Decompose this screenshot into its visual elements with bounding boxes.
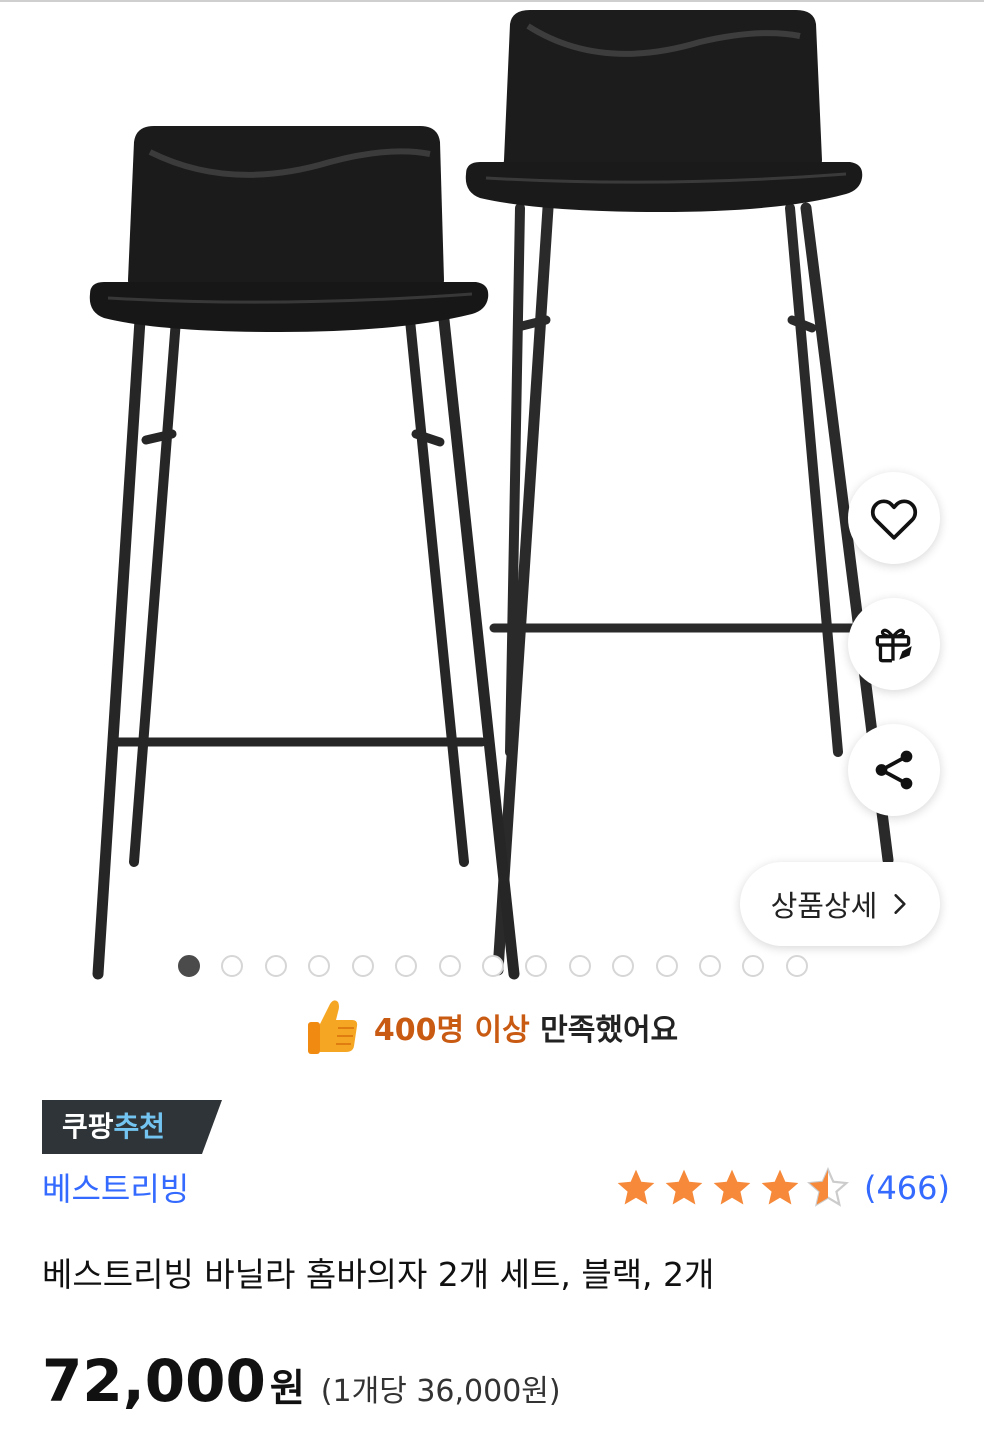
wishlist-button[interactable] bbox=[848, 472, 940, 564]
price-block: 72,000 원 (1개당 36,000원) bbox=[42, 1346, 561, 1416]
share-icon bbox=[875, 750, 913, 790]
product-image[interactable] bbox=[0, 2, 984, 992]
satisfaction-label: 만족했어요 bbox=[540, 1013, 679, 1048]
unit-price: (1개당 36,000원) bbox=[320, 1374, 561, 1409]
gallery-dot[interactable] bbox=[612, 955, 635, 977]
chevron-right-icon bbox=[894, 894, 906, 914]
star-icon bbox=[665, 1169, 703, 1205]
gift-button[interactable] bbox=[848, 598, 940, 690]
gallery-dot[interactable] bbox=[395, 955, 418, 977]
badge-label: 쿠팡추천 bbox=[62, 1110, 165, 1144]
gallery-dot[interactable] bbox=[525, 955, 548, 977]
star-icon bbox=[617, 1169, 655, 1205]
price-currency: 원 bbox=[269, 1366, 305, 1410]
gallery-dot[interactable] bbox=[178, 955, 200, 977]
product-title: 베스트리빙 바닐라 홈바의자 2개 세트, 블랙, 2개 bbox=[42, 1255, 715, 1294]
gallery-dot[interactable] bbox=[655, 955, 678, 977]
satisfaction-banner: 400명 이상 만족했어요 bbox=[0, 996, 984, 1058]
gallery-dot[interactable] bbox=[785, 955, 808, 977]
sale-price: 72,000 bbox=[42, 1347, 266, 1415]
gallery-dot[interactable] bbox=[742, 955, 765, 977]
share-button[interactable] bbox=[848, 724, 940, 816]
satisfaction-count: 400명 이상 bbox=[373, 1013, 530, 1048]
product-image-gallery[interactable]: 상품상세 bbox=[0, 2, 984, 992]
gallery-pagination bbox=[178, 954, 808, 978]
stool-left-seat bbox=[89, 126, 489, 332]
star-icon bbox=[761, 1169, 799, 1205]
badge-accent: 추천 bbox=[113, 1110, 166, 1143]
product-detail-label: 상품상세 bbox=[770, 889, 878, 923]
product-detail-button[interactable]: 상품상세 bbox=[740, 862, 940, 946]
review-count[interactable]: (466) bbox=[864, 1169, 950, 1207]
rating-summary[interactable]: (466) bbox=[614, 1166, 950, 1210]
gallery-dot[interactable] bbox=[568, 955, 591, 977]
star-half-icon bbox=[806, 1166, 849, 1207]
gift-icon bbox=[875, 628, 912, 663]
gallery-dot[interactable] bbox=[351, 955, 374, 977]
badge-prefix: 쿠팡 bbox=[62, 1110, 114, 1143]
star-rating bbox=[614, 1166, 850, 1210]
gallery-dot[interactable] bbox=[699, 955, 722, 977]
star-icon bbox=[713, 1169, 751, 1205]
gallery-dot[interactable] bbox=[264, 955, 287, 977]
heart-icon bbox=[870, 499, 918, 540]
gallery-dot[interactable] bbox=[481, 955, 504, 977]
gallery-dot[interactable] bbox=[438, 955, 461, 977]
stool-right-seat bbox=[465, 10, 863, 212]
brand-link[interactable]: 베스트리빙 bbox=[42, 1168, 189, 1210]
thumbs-up-icon bbox=[307, 1000, 357, 1054]
gallery-dot[interactable] bbox=[308, 955, 331, 977]
gallery-dot[interactable] bbox=[221, 955, 244, 977]
stool-left-image bbox=[92, 314, 520, 980]
stool-right-image bbox=[489, 202, 894, 976]
